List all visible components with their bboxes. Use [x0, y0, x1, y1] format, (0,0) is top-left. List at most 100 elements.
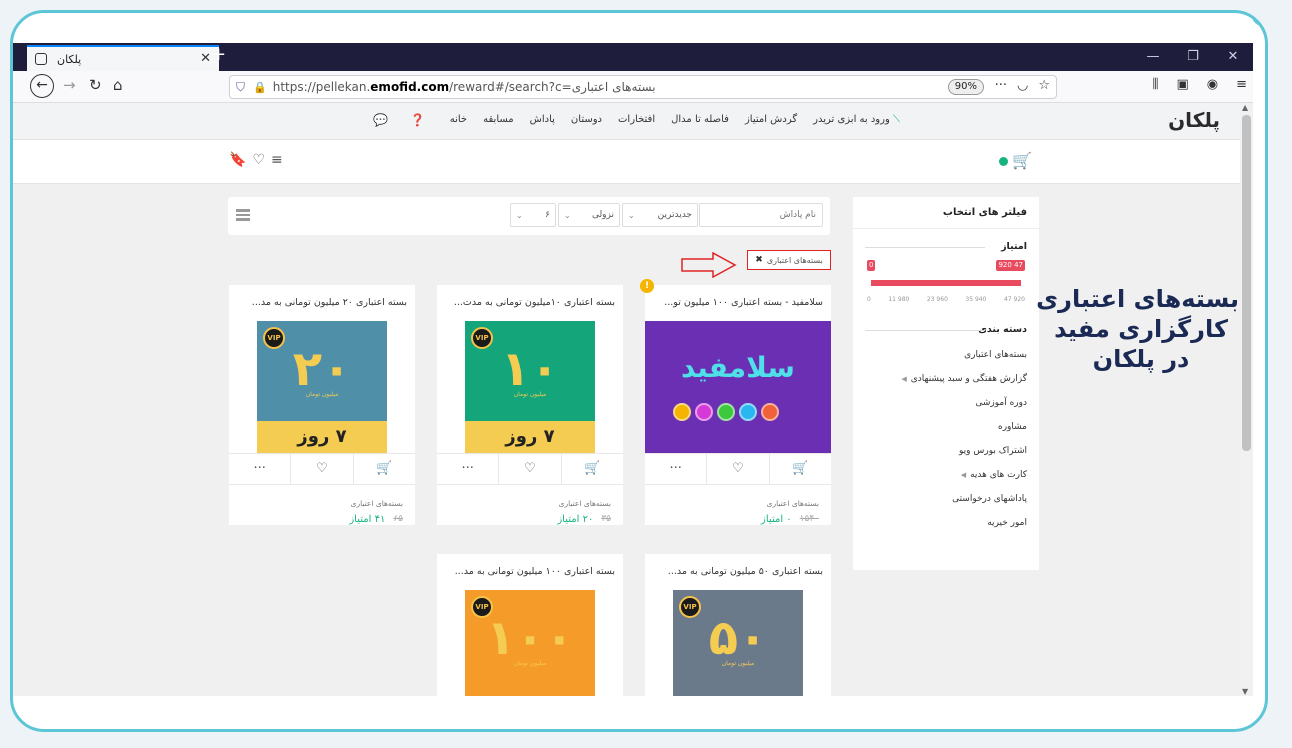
pocket-icon[interactable]: ◡ [1017, 78, 1028, 93]
filter-sidebar: فیلتر های انتخاب امتیاز 47 920 0 0 11 98… [853, 197, 1039, 570]
wishlist-heart-icon[interactable]: ♡ [498, 454, 560, 484]
category-item[interactable]: پاداشهای درخواستی [865, 487, 1027, 511]
site-navbar: پلکان خانه مسابقه پاداش دوستان افتخارات … [13, 103, 1240, 140]
chevron-down-icon: ⌄ [564, 210, 571, 220]
card-image-unit: میلیون تومان [721, 660, 755, 667]
card-image[interactable]: VIP ۱۰ میلیون تومان ۷ روز [465, 321, 595, 453]
cart-icon[interactable]: 🛒 [999, 151, 1032, 170]
back-icon[interactable]: ← [30, 74, 54, 98]
reward-card[interactable]: بسته اعتباری ۵۰ میلیون تومانی به مد... V… [645, 554, 831, 696]
card-title[interactable]: بسته اعتباری ۲۰ میلیون تومانی به مد... [229, 285, 415, 321]
wishlist-heart-icon[interactable]: ♡ [290, 454, 352, 484]
sort-select[interactable]: جدیدترین ⌄ [622, 203, 698, 227]
card-price: ۰ امتیاز ۱۵۴۰ [645, 508, 831, 525]
bookmark-star-icon[interactable]: ☆ [1038, 78, 1050, 93]
new-tab-icon[interactable]: + [211, 44, 226, 65]
shield-icon[interactable]: ⛉ [236, 80, 245, 95]
score-range-slider[interactable]: 47 920 0 0 11 980 23 960 35 940 47 920 [867, 260, 1025, 310]
category-item[interactable]: دوره آموزشی [865, 391, 1027, 415]
category-item[interactable]: مشاوره [865, 415, 1027, 439]
chevron-down-icon: ⌄ [516, 210, 523, 220]
coin-icons [673, 403, 779, 421]
page-scrollbar[interactable]: ▲ ▼ [1240, 103, 1253, 696]
close-tab-icon[interactable]: ✕ [200, 51, 211, 66]
reward-card[interactable]: بسته اعتباری ۱۰میلیون تومانی به مدت... V… [437, 285, 623, 525]
url-domain: emofid.com [370, 80, 450, 94]
add-to-cart-icon[interactable]: 🛒 [560, 454, 623, 484]
address-bar[interactable]: ⛉ 🔒 https://pellekan.emofid.com/reward#/… [229, 75, 1057, 99]
scroll-up-icon[interactable]: ▲ [1242, 103, 1248, 112]
card-image-unit: میلیون تومان [305, 391, 339, 398]
account-icon[interactable]: ◉ [1207, 77, 1218, 92]
card-title[interactable]: بسته اعتباری ۱۰۰ میلیون تومانی به مد... [437, 554, 623, 590]
reload-icon[interactable]: ↻ [89, 76, 102, 94]
library-icon[interactable]: ⫼ [1152, 77, 1158, 92]
nav-score-history[interactable]: گردش امتیاز [745, 114, 797, 125]
card-title[interactable]: بسته اعتباری ۱۰میلیون تومانی به مدت... [437, 285, 623, 321]
lock-icon[interactable]: 🔒 [253, 81, 267, 94]
more-icon[interactable]: ··· [995, 78, 1007, 93]
card-title[interactable]: بسته اعتباری ۵۰ میلیون تومانی به مد... [645, 554, 831, 590]
add-to-cart-icon[interactable]: 🛒 [352, 454, 415, 484]
reward-name-input[interactable] [699, 203, 823, 227]
category-item[interactable]: اشتراک بورس ویو [865, 439, 1027, 463]
more-icon[interactable]: ··· [437, 454, 498, 484]
sidebar-icon[interactable]: ▣ [1176, 77, 1188, 92]
more-icon[interactable]: ··· [645, 454, 706, 484]
range-tick: 23 960 [926, 296, 948, 303]
bookmark-icon[interactable]: 🔖 [229, 152, 246, 168]
close-window-icon[interactable]: ✕ [1213, 43, 1253, 71]
wishlist-heart-icon[interactable]: ♡ [706, 454, 768, 484]
category-item[interactable]: بسته‌های اعتباری [865, 343, 1027, 367]
category-item[interactable]: امور خیریه [865, 511, 1027, 535]
nav-contest[interactable]: مسابقه [483, 114, 514, 125]
forward-icon[interactable]: → [63, 76, 76, 94]
scroll-thumb[interactable] [1242, 115, 1251, 451]
chevron-down-icon: ⌄ [628, 210, 635, 220]
category-item[interactable]: گزارش هفتگی و سبد پیشنهادی ◀ [865, 367, 1027, 391]
card-image[interactable]: سلامفید [645, 321, 831, 453]
range-bar[interactable] [871, 280, 1021, 286]
nav-medal-distance[interactable]: فاصله تا مدال [671, 114, 729, 125]
url-actions: ··· ◡ ☆ [995, 78, 1050, 93]
card-title[interactable]: سلامفید - بسته اعتباری ۱۰۰ میلیون تو... [645, 285, 831, 321]
coin-icon [695, 403, 713, 421]
card-image[interactable]: VIP ۲۰ میلیون تومان ۷ روز [257, 321, 387, 453]
reward-card[interactable]: بسته اعتباری ۱۰۰ میلیون تومانی به مد... … [437, 554, 623, 696]
nav-home[interactable]: خانه [450, 114, 467, 125]
category-label: بسته‌های اعتباری [964, 350, 1027, 360]
scroll-down-icon[interactable]: ▼ [1242, 687, 1248, 696]
nav-trader-login[interactable]: ⟋ ورود به ابزی تریدر [813, 114, 900, 125]
category-item[interactable]: کارت های هدیه ◀ [865, 463, 1027, 487]
card-image[interactable]: VIP ۵۰ میلیون تومان [673, 590, 803, 696]
add-to-cart-icon[interactable]: 🛒 [768, 454, 831, 484]
nav-reward[interactable]: پاداش [530, 114, 555, 125]
restore-icon[interactable]: ❐ [1173, 43, 1213, 71]
expand-icon[interactable]: ◀ [961, 463, 966, 487]
more-icon[interactable]: ··· [229, 454, 290, 484]
order-select[interactable]: نزولی ⌄ [558, 203, 620, 227]
url-text[interactable]: https://pellekan.emofid.com/reward#/sear… [273, 80, 656, 94]
help-icon[interactable]: ❓ [410, 113, 425, 127]
zoom-level[interactable]: 90% [947, 79, 984, 95]
chat-icon[interactable]: 💬 [373, 113, 388, 127]
minimize-icon[interactable]: — [1133, 43, 1173, 71]
page-size-select[interactable]: ۶ ⌄ [510, 203, 556, 227]
reward-card[interactable]: سلامفید - بسته اعتباری ۱۰۰ میلیون تو... … [645, 285, 831, 525]
expand-icon[interactable]: ◀ [901, 367, 906, 391]
menu-icon[interactable]: ≡ [1236, 77, 1247, 92]
browser-tab[interactable]: پلکان ✕ [27, 45, 219, 71]
reward-card[interactable]: بسته اعتباری ۲۰ میلیون تومانی به مد... V… [229, 285, 415, 525]
card-actions: ··· ♡ 🛒 [437, 453, 623, 485]
remove-filter-icon[interactable]: ✖ [755, 255, 763, 265]
grid-view-icon[interactable] [236, 209, 250, 221]
site-logo[interactable]: پلکان [1168, 108, 1220, 132]
nav-honors[interactable]: افتخارات [618, 114, 655, 125]
card-image[interactable]: VIP ۱۰۰ میلیون تومان [465, 590, 595, 696]
list-icon[interactable]: ≡ [271, 152, 283, 168]
home-icon[interactable]: ⌂ [113, 76, 123, 94]
active-filter-chip[interactable]: بسته‌های اعتباری ✖ [747, 250, 831, 270]
card-image-days: ۷ روز [465, 421, 595, 453]
nav-friends[interactable]: دوستان [571, 114, 602, 125]
heart-icon[interactable]: ♡ [252, 152, 265, 168]
